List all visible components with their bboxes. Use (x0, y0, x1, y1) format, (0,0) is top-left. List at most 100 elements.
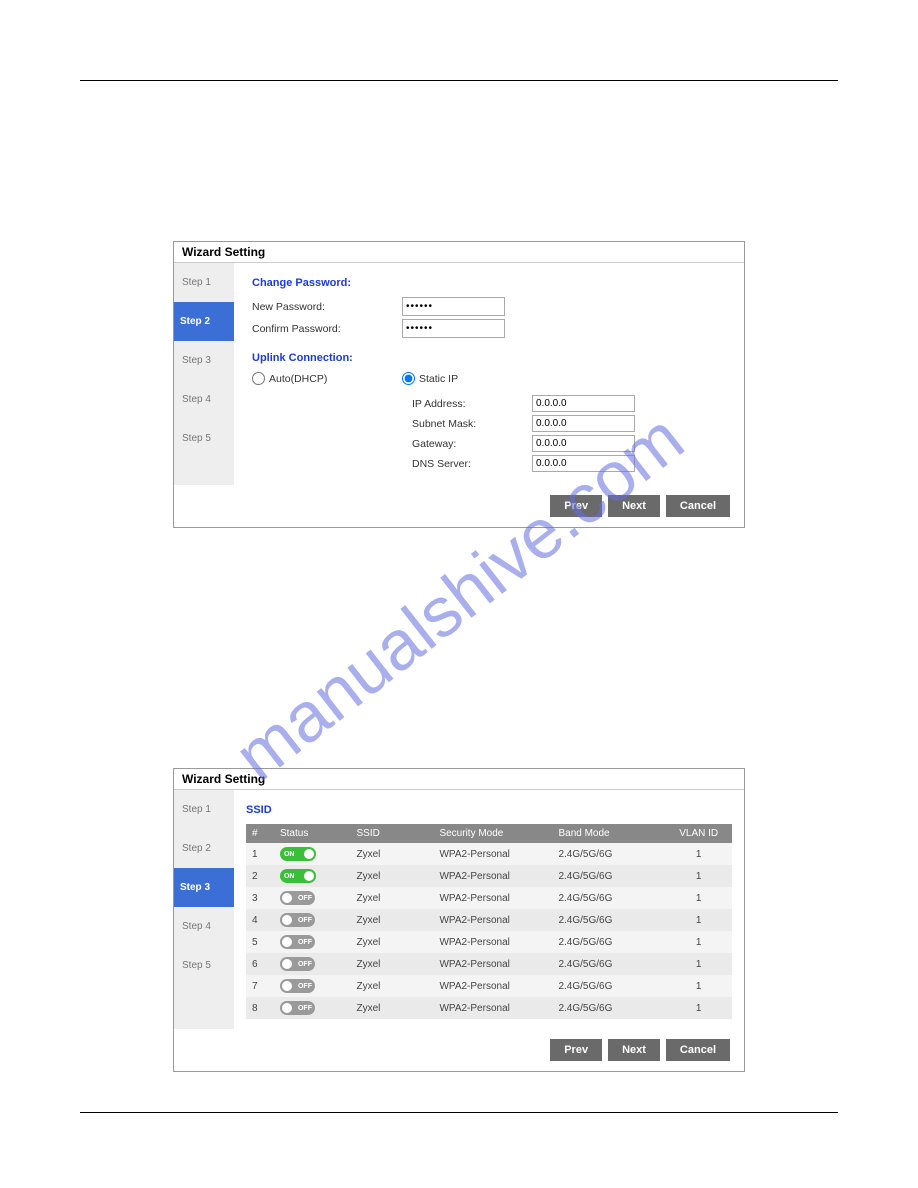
panel1-cancel-button[interactable]: Cancel (666, 495, 730, 517)
panel2-prev-button[interactable]: Prev (550, 1039, 602, 1061)
cell-security: WPA2-Personal (433, 931, 552, 953)
col-header-num: # (246, 824, 274, 843)
panel1-title: Wizard Setting (174, 242, 744, 263)
gateway-label: Gateway: (412, 438, 532, 450)
cell-status: OFF (274, 909, 351, 931)
step-item-2[interactable]: Step 2 (174, 302, 234, 341)
cell-security: WPA2-Personal (433, 909, 552, 931)
panel1-prev-button[interactable]: Prev (550, 495, 602, 517)
cell-band: 2.4G/5G/6G (552, 931, 665, 953)
page-top-rule (80, 80, 838, 81)
cell-vlan: 1 (665, 953, 732, 975)
new-password-label: New Password: (252, 301, 402, 313)
cell-index: 2 (246, 865, 274, 887)
status-toggle-label: OFF (298, 917, 312, 924)
status-toggle[interactable]: ON (280, 847, 316, 861)
cell-security: WPA2-Personal (433, 997, 552, 1019)
subnet-mask-label: Subnet Mask: (412, 418, 532, 430)
step-item-5[interactable]: Step 5 (174, 419, 234, 458)
cell-security: WPA2-Personal (433, 975, 552, 997)
cell-band: 2.4G/5G/6G (552, 843, 665, 865)
panel2-next-button[interactable]: Next (608, 1039, 660, 1061)
ip-address-label: IP Address: (412, 398, 532, 410)
status-toggle[interactable]: OFF (280, 1001, 315, 1015)
ip-address-input[interactable] (532, 395, 635, 412)
uplink-heading: Uplink Connection: (252, 352, 726, 364)
step-item-1[interactable]: Step 1 (174, 263, 234, 302)
status-toggle[interactable]: OFF (280, 957, 315, 971)
dns-server-label: DNS Server: (412, 458, 532, 470)
cell-security: WPA2-Personal (433, 887, 552, 909)
p2-step-item-4[interactable]: Step 4 (174, 907, 234, 946)
radio-auto-dhcp[interactable]: Auto(DHCP) (252, 372, 402, 385)
col-header-vlan: VLAN ID (665, 824, 732, 843)
status-toggle[interactable]: OFF (280, 891, 315, 905)
radio-auto-dhcp-input[interactable] (252, 372, 265, 385)
radio-static-ip[interactable]: Static IP (402, 372, 552, 385)
change-password-heading: Change Password: (252, 277, 726, 289)
status-toggle[interactable]: OFF (280, 913, 315, 927)
col-header-security: Security Mode (433, 824, 552, 843)
cell-ssid: Zyxel (351, 887, 434, 909)
ssid-heading: SSID (246, 804, 732, 816)
table-row[interactable]: 6OFFZyxelWPA2-Personal2.4G/5G/6G1 (246, 953, 732, 975)
table-row[interactable]: 3OFFZyxelWPA2-Personal2.4G/5G/6G1 (246, 887, 732, 909)
cell-status: OFF (274, 931, 351, 953)
cell-band: 2.4G/5G/6G (552, 865, 665, 887)
table-row[interactable]: 1ONZyxelWPA2-Personal2.4G/5G/6G1 (246, 843, 732, 865)
table-row[interactable]: 2ONZyxelWPA2-Personal2.4G/5G/6G1 (246, 865, 732, 887)
status-toggle-label: OFF (298, 961, 312, 968)
toggle-knob (282, 959, 292, 969)
toggle-knob (282, 937, 292, 947)
cell-security: WPA2-Personal (433, 843, 552, 865)
status-toggle[interactable]: ON (280, 869, 316, 883)
status-toggle-label: OFF (298, 983, 312, 990)
new-password-input[interactable] (402, 297, 505, 316)
cell-vlan: 1 (665, 843, 732, 865)
radio-static-ip-input[interactable] (402, 372, 415, 385)
cell-index: 6 (246, 953, 274, 975)
toggle-knob (282, 893, 292, 903)
subnet-mask-input[interactable] (532, 415, 635, 432)
p2-step-item-1[interactable]: Step 1 (174, 790, 234, 829)
status-toggle[interactable]: OFF (280, 979, 315, 993)
dns-server-input[interactable] (532, 455, 635, 472)
cell-ssid: Zyxel (351, 931, 434, 953)
confirm-password-input[interactable] (402, 319, 505, 338)
cell-vlan: 1 (665, 909, 732, 931)
cell-security: WPA2-Personal (433, 953, 552, 975)
wizard-panel-step3: Wizard Setting Step 1 Step 2 Step 3 Step… (173, 768, 745, 1072)
col-header-ssid: SSID (351, 824, 434, 843)
status-toggle[interactable]: OFF (280, 935, 315, 949)
panel1-step-list: Step 1 Step 2 Step 3 Step 4 Step 5 (174, 263, 234, 485)
step-item-4[interactable]: Step 4 (174, 380, 234, 419)
panel1-next-button[interactable]: Next (608, 495, 660, 517)
table-row[interactable]: 4OFFZyxelWPA2-Personal2.4G/5G/6G1 (246, 909, 732, 931)
gateway-input[interactable] (532, 435, 635, 452)
p2-step-item-5[interactable]: Step 5 (174, 946, 234, 985)
cell-status: OFF (274, 953, 351, 975)
table-row[interactable]: 8OFFZyxelWPA2-Personal2.4G/5G/6G1 (246, 997, 732, 1019)
table-row[interactable]: 7OFFZyxelWPA2-Personal2.4G/5G/6G1 (246, 975, 732, 997)
toggle-knob (282, 915, 292, 925)
p2-step-item-3[interactable]: Step 3 (174, 868, 234, 907)
cell-status: ON (274, 865, 351, 887)
cell-band: 2.4G/5G/6G (552, 975, 665, 997)
status-toggle-label: OFF (298, 939, 312, 946)
cell-status: OFF (274, 975, 351, 997)
p2-step-item-2[interactable]: Step 2 (174, 829, 234, 868)
table-row[interactable]: 5OFFZyxelWPA2-Personal2.4G/5G/6G1 (246, 931, 732, 953)
cell-band: 2.4G/5G/6G (552, 997, 665, 1019)
status-toggle-label: OFF (298, 895, 312, 902)
cell-ssid: Zyxel (351, 975, 434, 997)
status-toggle-label: ON (284, 851, 295, 858)
ssid-table: # Status SSID Security Mode Band Mode VL… (246, 824, 732, 1019)
page-bottom-rule (80, 1112, 838, 1113)
toggle-knob (282, 981, 292, 991)
panel2-cancel-button[interactable]: Cancel (666, 1039, 730, 1061)
status-toggle-label: ON (284, 873, 295, 880)
cell-index: 8 (246, 997, 274, 1019)
cell-ssid: Zyxel (351, 909, 434, 931)
cell-vlan: 1 (665, 887, 732, 909)
step-item-3[interactable]: Step 3 (174, 341, 234, 380)
